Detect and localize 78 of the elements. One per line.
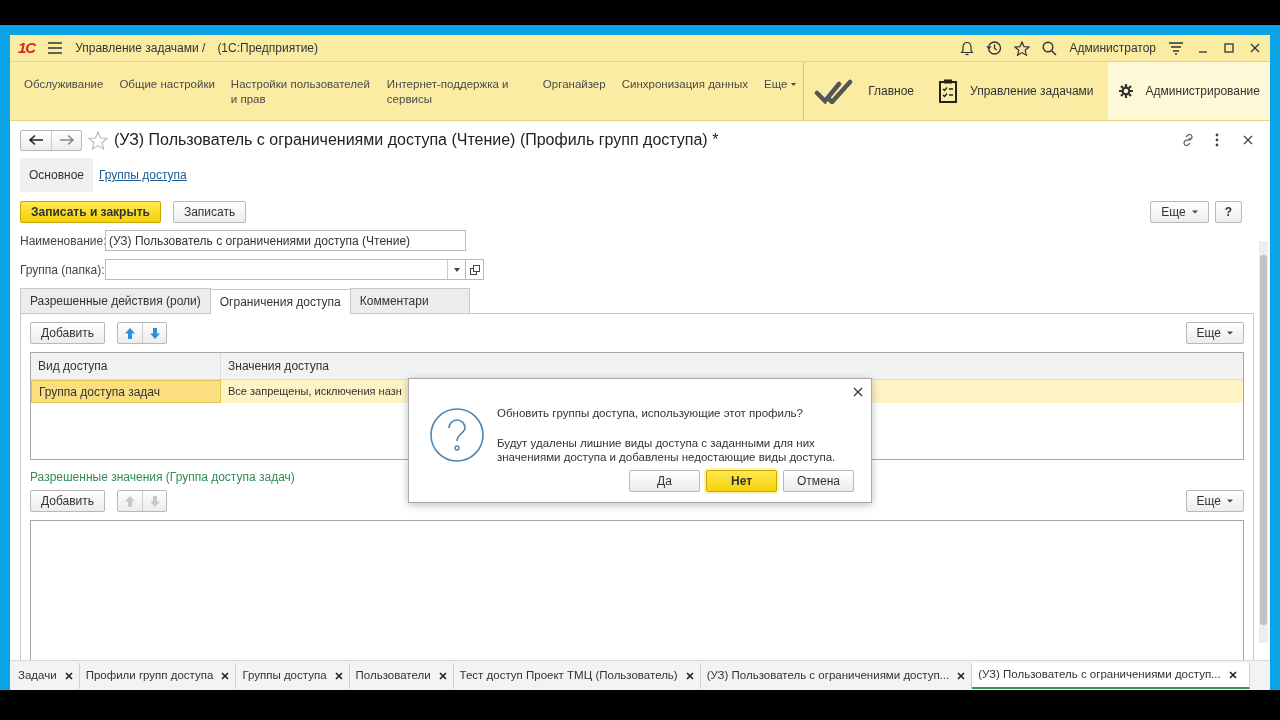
dialog-question: Обновить группы доступа, использующие этот профиль? bbox=[497, 406, 804, 421]
settings-menu-icon[interactable] bbox=[1168, 41, 1184, 55]
section-link[interactable]: Интернет-поддержка и сервисы bbox=[386, 77, 527, 107]
save-button[interactable]: Записать bbox=[172, 201, 247, 223]
section-tab[interactable]: Главное bbox=[804, 62, 929, 120]
menu-icon[interactable] bbox=[47, 41, 64, 55]
scrollbar[interactable] bbox=[1259, 241, 1268, 643]
question-icon bbox=[429, 407, 485, 465]
dialog-button[interactable]: Нет bbox=[706, 470, 777, 493]
section-link[interactable]: Настройки пользователей и прав bbox=[230, 77, 371, 107]
table-cell: Группа доступа задач bbox=[31, 380, 221, 403]
app-title: Управление задачами / bbox=[75, 40, 206, 57]
window-tab[interactable]: Пользователи bbox=[349, 662, 454, 689]
dialog-button[interactable]: Отмена bbox=[783, 470, 854, 493]
more-button[interactable]: Еще bbox=[1185, 322, 1244, 344]
section-tab[interactable]: Администрирование bbox=[1107, 62, 1270, 120]
bell-icon[interactable] bbox=[960, 40, 975, 56]
more-menu[interactable]: Еще bbox=[764, 77, 788, 92]
open-icon[interactable] bbox=[469, 264, 480, 275]
link-icon[interactable] bbox=[1180, 132, 1196, 148]
dialog-message: Будут удалены лишние виды доступа с заданными для них значениями доступа и добавлены недостающие виды доступа. bbox=[497, 436, 837, 465]
caret-icon bbox=[1227, 330, 1233, 336]
close-icon[interactable] bbox=[685, 671, 694, 680]
section-tab[interactable]: Управление задачами bbox=[928, 62, 1108, 120]
add-button[interactable]: Добавить bbox=[30, 322, 106, 344]
table-cell-text: Все запрещены, исключения назн bbox=[227, 384, 403, 400]
add-button[interactable]: Добавить bbox=[30, 490, 106, 512]
column-header: Значения доступа bbox=[227, 358, 330, 375]
dropdown-field[interactable] bbox=[105, 259, 466, 280]
app-subtitle: (1С:Предприятие) bbox=[217, 40, 318, 57]
user-name[interactable]: Администратор bbox=[1069, 39, 1156, 57]
star-icon[interactable] bbox=[88, 130, 108, 150]
section-link[interactable]: Группы доступа bbox=[99, 166, 187, 184]
column-header: Вид доступа bbox=[31, 353, 221, 379]
tab[interactable]: Ограничения доступа bbox=[209, 289, 351, 314]
window-tab[interactable]: Профили групп доступа bbox=[79, 662, 237, 689]
section-link[interactable]: Органайзер bbox=[542, 77, 606, 92]
caret-icon[interactable] bbox=[453, 267, 460, 272]
section-link[interactable]: Основное bbox=[20, 158, 93, 192]
tab[interactable]: Разрешенные действия (роли) bbox=[20, 288, 211, 313]
star-icon[interactable] bbox=[1014, 40, 1031, 56]
more-button[interactable]: Еще bbox=[1150, 201, 1209, 223]
history-icon[interactable] bbox=[986, 40, 1003, 56]
section-link[interactable]: Обслуживание bbox=[24, 77, 104, 92]
caret-icon bbox=[1227, 498, 1233, 504]
more-button[interactable]: Еще bbox=[1185, 490, 1244, 512]
maximize-icon[interactable] bbox=[1222, 41, 1236, 55]
close-icon[interactable] bbox=[1242, 134, 1254, 146]
field-label: Группа (папка): bbox=[20, 261, 105, 279]
field-label: Наименование: bbox=[20, 232, 105, 250]
window-tab[interactable]: Тест доступ Проект ТМЦ (Пользователь) bbox=[453, 662, 701, 689]
input-field[interactable]: (УЗ) Пользователь с ограничениями доступа (Чтение) bbox=[105, 230, 466, 251]
tab[interactable]: Комментари bbox=[349, 288, 470, 313]
close-icon[interactable] bbox=[438, 671, 447, 680]
section-caption: Разрешенные значения (Группа доступа задач) bbox=[30, 469, 295, 486]
logo: 1С bbox=[18, 37, 36, 58]
close-icon[interactable] bbox=[853, 387, 863, 397]
close-icon[interactable] bbox=[1248, 41, 1262, 55]
dialog-button[interactable]: Да bbox=[629, 470, 700, 493]
gear-icon bbox=[1117, 83, 1134, 99]
search-icon[interactable] bbox=[1042, 40, 1058, 56]
close-icon[interactable] bbox=[334, 671, 343, 680]
window-tab[interactable]: Задачи bbox=[12, 662, 80, 689]
scrollbar-thumb[interactable] bbox=[1260, 255, 1267, 625]
close-icon[interactable] bbox=[957, 671, 966, 680]
section-link[interactable]: Общие настройки bbox=[119, 77, 215, 92]
save-close-button[interactable]: Записать и закрыть bbox=[20, 201, 161, 223]
close-icon[interactable] bbox=[1228, 670, 1237, 679]
section-link[interactable]: Синхронизация данных bbox=[621, 77, 748, 92]
more-vertical-icon[interactable] bbox=[1214, 133, 1220, 147]
help-button[interactable]: ? bbox=[1214, 201, 1242, 223]
window-tab[interactable]: Группы доступа bbox=[236, 662, 350, 689]
close-icon[interactable] bbox=[64, 671, 73, 680]
caret-icon bbox=[1191, 209, 1198, 215]
form-title: (УЗ) Пользователь с ограничениями доступа (Чтение) (Профиль групп доступа) * bbox=[114, 130, 719, 150]
clipboard-icon bbox=[938, 78, 959, 104]
close-icon[interactable] bbox=[221, 671, 230, 680]
window-tab[interactable]: (УЗ) Пользователь с ограничениями доступ... bbox=[972, 662, 1250, 689]
